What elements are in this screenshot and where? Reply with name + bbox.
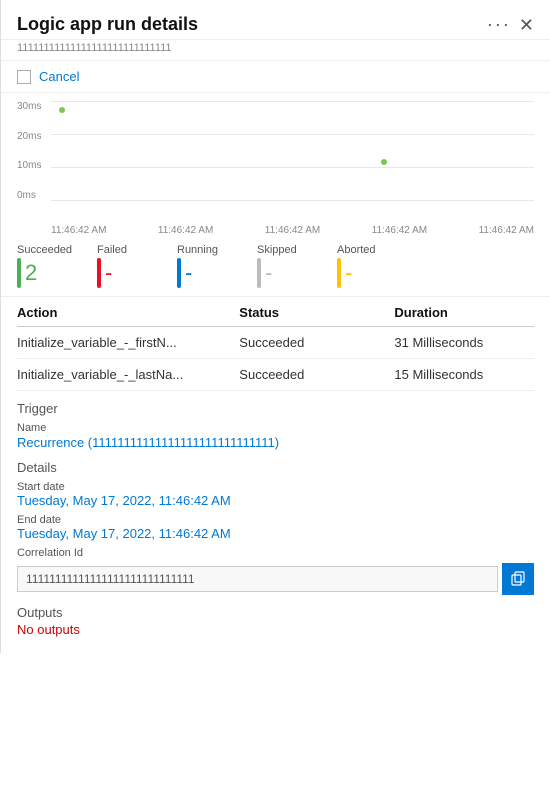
cancel-bar: Cancel	[1, 61, 550, 93]
panel: Logic app run details ··· ✕ 111111111111…	[0, 0, 550, 653]
y-label-30ms: 30ms	[17, 101, 41, 112]
end-date-label: End date	[17, 514, 534, 526]
correlation-box	[17, 563, 534, 595]
start-date-label: Start date	[17, 481, 534, 493]
x-label-5: 11:46:42 AM	[479, 225, 534, 236]
status-summary: Succeeded 2 Failed - Running - Skipped	[1, 236, 550, 297]
trigger-section: Trigger Name Recurrence (111111111111111…	[1, 391, 550, 595]
cancel-label[interactable]: Cancel	[39, 69, 79, 84]
y-label-20ms: 20ms	[17, 131, 41, 142]
row2-action: Initialize_variable_-_lastNa...	[17, 359, 239, 391]
end-date-value: Tuesday, May 17, 2022, 11:46:42 AM	[17, 526, 534, 541]
name-label: Name	[17, 422, 534, 434]
aborted-value: -	[337, 258, 397, 288]
trigger-heading: Trigger	[17, 401, 534, 416]
status-failed: Failed -	[97, 244, 157, 288]
col-header-action: Action	[17, 297, 239, 327]
x-label-3: 11:46:42 AM	[265, 225, 320, 236]
copy-icon	[510, 571, 526, 587]
outputs-label: Outputs	[17, 605, 534, 620]
chart-dot-2	[381, 159, 387, 165]
trigger-name-value[interactable]: Recurrence (1111111111111111111111111111…	[17, 435, 534, 450]
y-label-10ms: 10ms	[17, 160, 41, 171]
status-skipped: Skipped -	[257, 244, 317, 288]
correlation-label: Correlation Id	[17, 547, 534, 559]
skipped-value: -	[257, 258, 317, 288]
ellipsis-icon[interactable]: ···	[487, 14, 511, 35]
aborted-label: Aborted	[337, 244, 397, 256]
panel-header: Logic app run details ··· ✕	[1, 0, 550, 40]
outputs-section: Outputs No outputs	[1, 595, 550, 653]
cancel-checkbox[interactable]	[17, 70, 31, 84]
status-running: Running -	[177, 244, 237, 288]
skipped-label: Skipped	[257, 244, 317, 256]
chart-dot-1	[59, 107, 65, 113]
row1-duration: 31 Milliseconds	[394, 327, 534, 359]
succeeded-label: Succeeded	[17, 244, 77, 256]
panel-title: Logic app run details	[17, 14, 198, 35]
chart-grid	[51, 101, 534, 201]
x-axis-labels: 11:46:42 AM 11:46:42 AM 11:46:42 AM 11:4…	[1, 223, 550, 236]
x-label-2: 11:46:42 AM	[158, 225, 213, 236]
row1-action: Initialize_variable_-_firstN...	[17, 327, 239, 359]
running-label: Running	[177, 244, 237, 256]
running-bar	[177, 258, 181, 288]
failed-value: -	[97, 258, 157, 288]
copy-button[interactable]	[502, 563, 534, 595]
y-label-0ms: 0ms	[17, 190, 41, 201]
table-row[interactable]: Initialize_variable_-_firstN... Succeede…	[17, 327, 534, 359]
chart-y-labels: 30ms 20ms 10ms 0ms	[17, 101, 41, 201]
row2-duration: 15 Milliseconds	[394, 359, 534, 391]
x-label-4: 11:46:42 AM	[372, 225, 427, 236]
failed-label: Failed	[97, 244, 157, 256]
succeeded-bar	[17, 258, 21, 288]
failed-bar	[97, 258, 101, 288]
col-header-duration: Duration	[394, 297, 534, 327]
status-succeeded: Succeeded 2	[17, 244, 77, 288]
succeeded-value: 2	[17, 258, 77, 288]
col-header-status: Status	[239, 297, 394, 327]
status-aborted: Aborted -	[337, 244, 397, 288]
no-outputs-label: No outputs	[17, 622, 534, 637]
subtitle: 11111111111111111111111111111	[1, 40, 550, 61]
skipped-bar	[257, 258, 261, 288]
start-date-value: Tuesday, May 17, 2022, 11:46:42 AM	[17, 493, 534, 508]
row2-status: Succeeded	[239, 359, 394, 391]
running-value: -	[177, 258, 237, 288]
table-wrapper: Action Status Duration Initialize_variab…	[1, 297, 550, 391]
actions-table: Action Status Duration Initialize_variab…	[17, 297, 534, 391]
table-row[interactable]: Initialize_variable_-_lastNa... Succeede…	[17, 359, 534, 391]
correlation-input[interactable]	[17, 566, 498, 592]
x-label-1: 11:46:42 AM	[51, 225, 106, 236]
header-actions: ··· ✕	[487, 14, 534, 35]
chart-area: 30ms 20ms 10ms 0ms	[1, 93, 550, 223]
close-button[interactable]: ✕	[519, 16, 534, 34]
details-label: Details	[17, 460, 534, 475]
row1-status: Succeeded	[239, 327, 394, 359]
aborted-bar	[337, 258, 341, 288]
